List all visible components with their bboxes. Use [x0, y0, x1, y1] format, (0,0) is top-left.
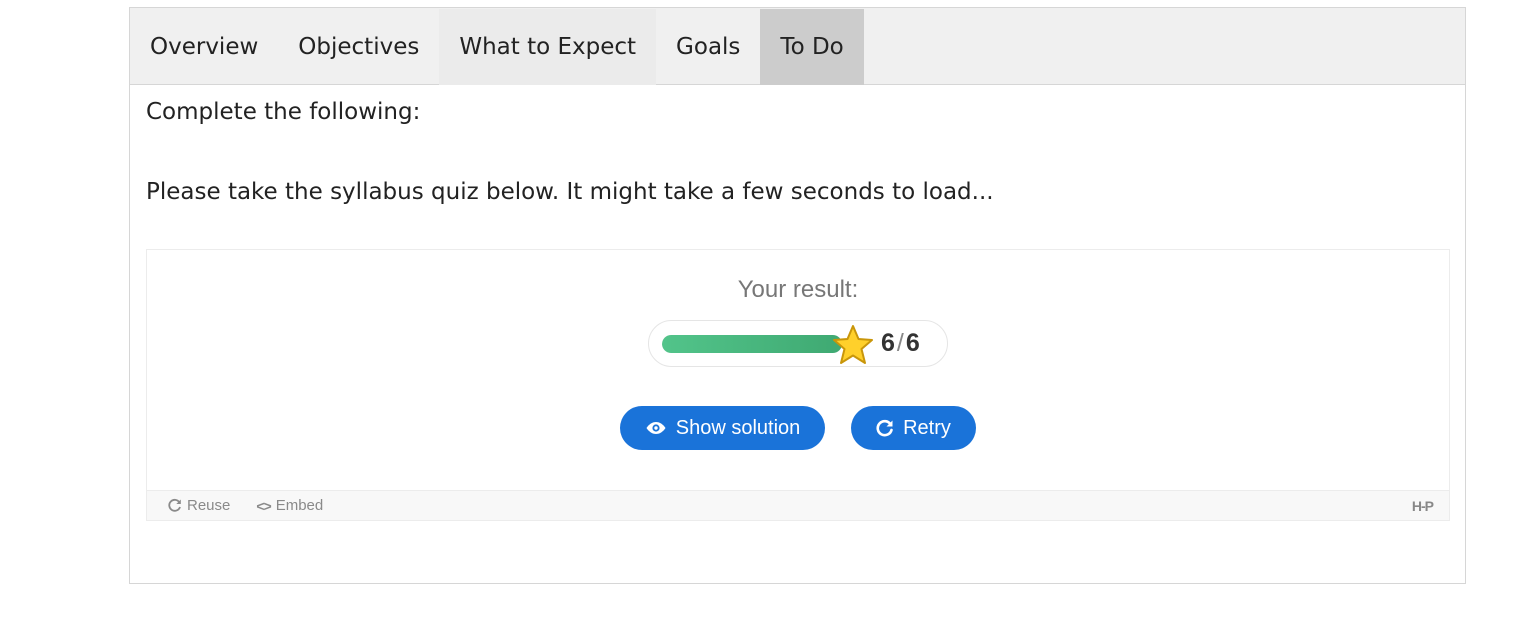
show-solution-label: Show solution: [675, 416, 801, 439]
star-icon: [833, 325, 873, 364]
show-solution-button[interactable]: Show solution: [620, 406, 825, 450]
h5p-logo[interactable]: H-P: [1412, 498, 1434, 514]
tab-panel-to-do: Complete the following: Please take the …: [130, 85, 1465, 521]
embed-label: Embed: [275, 497, 324, 514]
tab-what-to-expect[interactable]: What to Expect: [439, 9, 657, 85]
tab-objectives[interactable]: Objectives: [278, 9, 439, 85]
score-bar: 6/6: [648, 320, 948, 367]
tabs-widget: Overview Objectives What to Expect Goals…: [129, 7, 1466, 584]
score-progress-fill: [662, 335, 842, 353]
score-text: 6/6: [881, 329, 920, 358]
h5p-footer: Reuse <> Embed H-P: [147, 490, 1449, 520]
h5p-quiz: Your result: 6/6 Show solution Retry Reu…: [146, 249, 1450, 521]
score-progress-track: [662, 335, 842, 353]
reuse-icon: [168, 498, 181, 512]
eye-icon: [646, 422, 666, 434]
result-label: Your result:: [737, 276, 859, 303]
instructions-text: Please take the syllabus quiz below. It …: [146, 179, 994, 205]
retry-button[interactable]: Retry: [851, 406, 976, 450]
retry-icon: [876, 419, 893, 437]
score-max: 6: [905, 329, 920, 357]
reuse-label: Reuse: [187, 497, 231, 514]
score-separator: /: [896, 329, 904, 357]
retry-label: Retry: [903, 416, 951, 439]
embed-link[interactable]: <> Embed: [256, 497, 323, 514]
tab-bar: Overview Objectives What to Expect Goals…: [130, 8, 1465, 85]
tab-to-do[interactable]: To Do: [760, 9, 864, 85]
score-value: 6: [881, 329, 895, 357]
tab-overview[interactable]: Overview: [130, 9, 278, 85]
reuse-link[interactable]: Reuse: [167, 497, 230, 514]
tab-goals[interactable]: Goals: [656, 9, 760, 85]
code-icon: <>: [256, 497, 271, 514]
intro-text: Complete the following:: [146, 99, 421, 125]
